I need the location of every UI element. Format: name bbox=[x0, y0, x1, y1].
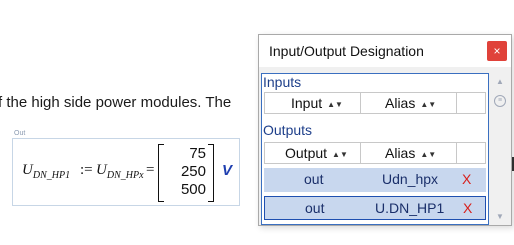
math-expression[interactable]: UDN_HP1 := UDN_HPx = 75 250 500 V bbox=[22, 144, 252, 202]
delete-output-button[interactable]: X bbox=[462, 171, 471, 187]
matrix-right-bracket bbox=[208, 144, 214, 202]
scroll-up-arrow-icon[interactable]: ▲ bbox=[494, 77, 506, 86]
result-matrix: 75 250 500 bbox=[158, 144, 214, 202]
io-list: Inputs Input ▲▼ Alias ▲▼ Outputs Output ▲▼ … bbox=[261, 73, 489, 225]
scroll-grip-icon[interactable]: ≡ bbox=[494, 95, 506, 107]
inputs-section-label: Inputs bbox=[263, 74, 302, 90]
output-alias[interactable]: U.DN_HP1 bbox=[375, 200, 444, 216]
vertical-scrollbar[interactable]: ▲ ≡ ▼ bbox=[491, 73, 509, 225]
output-type: out bbox=[305, 200, 325, 216]
matrix-cell: 75 bbox=[189, 145, 206, 162]
matrix-left-bracket bbox=[158, 144, 164, 202]
sort-icon: ▲▼ bbox=[420, 99, 437, 109]
matrix-cell: 250 bbox=[180, 163, 206, 180]
inputs-column-input[interactable]: Input ▲▼ bbox=[265, 93, 361, 113]
outputs-section-label: Outputs bbox=[263, 122, 313, 138]
unit-label: V bbox=[222, 162, 233, 179]
matrix-cell: 500 bbox=[180, 181, 206, 198]
sort-icon: ▲▼ bbox=[332, 149, 348, 159]
evaluation-operator: = bbox=[146, 162, 155, 178]
output-row[interactable]: out Udn_hpx X bbox=[264, 168, 486, 192]
inputs-header-row: Input ▲▼ Alias ▲▼ bbox=[264, 92, 486, 114]
sort-icon: ▲▼ bbox=[327, 99, 343, 109]
delete-output-button[interactable]: X bbox=[463, 200, 472, 216]
scroll-down-arrow-icon[interactable]: ▼ bbox=[494, 212, 506, 221]
io-designation-dialog: Input/Output Designation × Inputs Input ▲… bbox=[258, 34, 512, 226]
output-alias[interactable]: Udn_hpx bbox=[382, 171, 438, 187]
definition-operator: := bbox=[80, 162, 93, 178]
outputs-column-alias[interactable]: Alias ▲▼ bbox=[361, 143, 457, 163]
close-button[interactable]: × bbox=[487, 41, 507, 61]
outputs-header-row: Output ▲▼ Alias ▲▼ bbox=[264, 142, 486, 164]
dialog-title: Input/Output Designation bbox=[269, 43, 424, 59]
region-tag: Out bbox=[14, 130, 26, 137]
worksheet-text: f the high side power modules. The bbox=[0, 94, 232, 111]
sort-icon: ▲▼ bbox=[420, 149, 437, 159]
inputs-column-alias[interactable]: Alias ▲▼ bbox=[361, 93, 457, 113]
rhs-variable: UDN_HPx bbox=[96, 162, 144, 181]
outputs-column-output[interactable]: Output ▲▼ bbox=[265, 143, 361, 163]
output-type: out bbox=[304, 171, 324, 187]
output-row-selected[interactable]: out U.DN_HP1 X bbox=[264, 196, 486, 220]
lhs-variable: UDN_HP1 bbox=[22, 162, 71, 181]
dialog-titlebar[interactable]: Input/Output Designation × bbox=[259, 35, 511, 67]
